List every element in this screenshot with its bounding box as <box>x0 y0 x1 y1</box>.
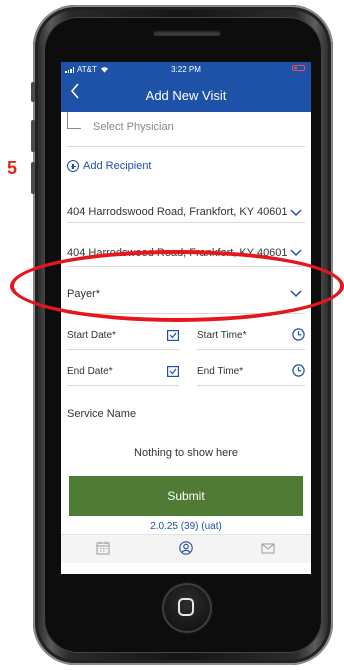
end-time-field[interactable]: End Time* <box>197 362 305 386</box>
home-button[interactable] <box>162 583 212 633</box>
end-date-label: End Date* <box>67 366 113 377</box>
physician-select[interactable]: Select Physician <box>67 112 305 147</box>
user-circle-icon[interactable] <box>179 541 193 555</box>
app-header: AT&T 3:22 PM Add New Visit <box>61 62 311 112</box>
chevron-down-icon <box>290 209 302 217</box>
volume-down-button <box>31 162 35 194</box>
address-select-1[interactable]: 404 Harrodswood Road, Frankfort, KY 4060… <box>67 188 305 223</box>
start-time-field[interactable]: Start Time* <box>197 326 305 350</box>
start-time-label: Start Time* <box>197 330 247 341</box>
start-date-field[interactable]: Start Date* <box>67 326 179 350</box>
add-recipient-button[interactable]: Add Recipient <box>67 160 152 172</box>
clock-icon <box>292 364 305 377</box>
home-square-icon <box>178 598 194 616</box>
calendar-check-icon <box>167 330 179 341</box>
address-2-text: 404 Harrodswood Road, Frankfort, KY 4060… <box>67 247 288 259</box>
address-select-2[interactable]: 404 Harrodswood Road, Frankfort, KY 4060… <box>67 232 305 267</box>
mail-icon[interactable] <box>261 541 275 555</box>
tab-bar <box>61 534 311 563</box>
plus-circle-icon <box>67 160 79 172</box>
calendar-icon[interactable] <box>96 541 110 555</box>
status-bar: AT&T 3:22 PM <box>61 62 311 76</box>
page-title: Add New Visit <box>145 88 227 103</box>
app-version: 2.0.25 (39) (uat) <box>150 521 222 532</box>
calendar-check-icon <box>167 366 179 377</box>
volume-up-button <box>31 120 35 152</box>
app-screen: AT&T 3:22 PM Add New Visit Select Physic… <box>61 62 311 574</box>
submit-button[interactable]: Submit <box>69 476 303 516</box>
service-name-label: Service Name <box>67 408 137 420</box>
empty-state-message: Nothing to show here <box>134 447 238 459</box>
battery-icon <box>292 65 305 71</box>
chevron-down-icon <box>290 290 302 298</box>
add-recipient-label: Add Recipient <box>83 160 152 172</box>
payer-label: Payer* <box>67 288 101 300</box>
mute-switch <box>31 82 35 102</box>
clock-icon <box>292 328 305 341</box>
chevron-down-icon <box>290 249 302 257</box>
step-number: 5 <box>7 158 18 178</box>
physician-placeholder: Select Physician <box>93 121 174 133</box>
status-time: 3:22 PM <box>171 65 201 74</box>
address-1-text: 404 Harrodswood Road, Frankfort, KY 4060… <box>67 206 288 218</box>
end-time-label: End Time* <box>197 366 244 377</box>
start-date-label: Start Date* <box>67 330 116 341</box>
end-date-field[interactable]: End Date* <box>67 362 179 386</box>
payer-select[interactable]: Payer* <box>67 274 305 314</box>
phone-speaker <box>153 30 221 36</box>
